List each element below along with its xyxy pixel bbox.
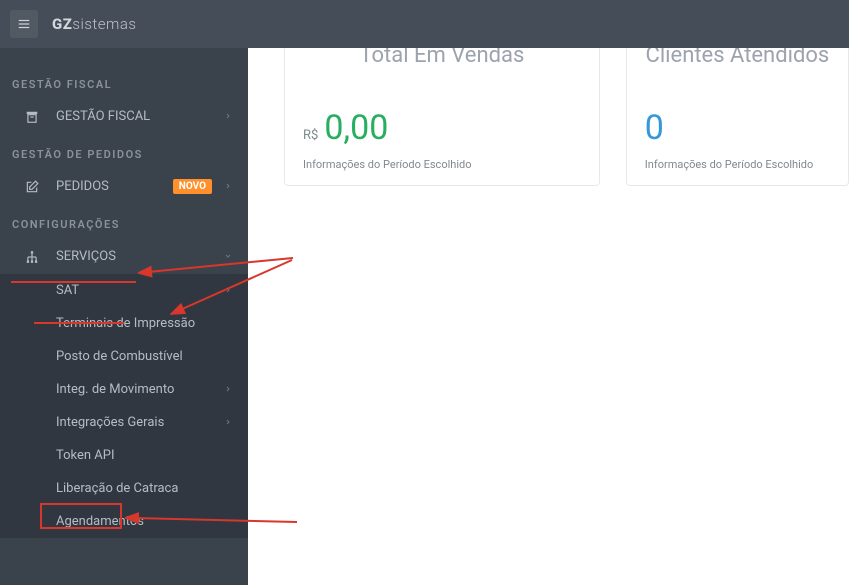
chevron-right-icon: [224, 415, 232, 430]
card-value-row: R$ 0,00: [303, 108, 581, 148]
archive-icon: [24, 110, 40, 124]
submenu-item-label: Token API: [56, 448, 232, 463]
main-content: Total Em Vendas R$ 0,00 Informações do P…: [248, 48, 849, 585]
submenu-item-posto[interactable]: Posto de Combustível: [0, 340, 248, 373]
submenu-item-label: Liberação de Catraca: [56, 481, 232, 496]
topbar: GZsistemas: [0, 0, 849, 48]
card-value: 0: [645, 108, 664, 148]
card-title: Clientes Atendidos: [645, 48, 830, 68]
submenu-item-label: Integrações Gerais: [56, 415, 224, 430]
sidebar-item-gestao-fiscal[interactable]: GESTÃO FISCAL: [0, 99, 248, 134]
chevron-right-icon: [224, 179, 232, 194]
hamburger-icon: [17, 17, 31, 31]
sidebar: GESTÃO FISCAL GESTÃO FISCAL GESTÃO DE PE…: [0, 48, 248, 585]
sidebar-item-label: SERVIÇOS: [56, 249, 224, 264]
card-clientes-atendidos: Clientes Atendidos 0 Informações do Perí…: [626, 48, 849, 186]
chevron-down-icon: [224, 249, 232, 264]
submenu-item-agendamentos[interactable]: Agendamentos: [0, 505, 248, 538]
chevron-right-icon: [224, 109, 232, 124]
annotation-box: [40, 503, 122, 529]
sitemap-icon: [24, 250, 40, 264]
submenu-item-sat[interactable]: SAT: [0, 274, 248, 307]
card-currency: R$: [303, 128, 318, 143]
brand-logo: GZsistemas: [52, 15, 136, 33]
brand-bold: GZ: [52, 15, 72, 33]
card-subtext: Informações do Período Escolhido: [645, 158, 830, 171]
annotation-underline: [34, 322, 124, 324]
submenu-item-liberacao-catraca[interactable]: Liberação de Catraca: [0, 472, 248, 505]
hamburger-menu-button[interactable]: [10, 10, 38, 38]
card-value: 0,00: [324, 108, 388, 148]
annotation-underline: [11, 281, 136, 283]
card-subtext: Informações do Período Escolhido: [303, 158, 581, 171]
submenu-item-integ-gerais[interactable]: Integrações Gerais: [0, 406, 248, 439]
sidebar-item-label: GESTÃO FISCAL: [56, 109, 224, 124]
chevron-right-icon: [224, 283, 232, 298]
card-value-row: 0: [645, 108, 830, 148]
novo-badge: NOVO: [173, 179, 212, 194]
card-title: Total Em Vendas: [303, 48, 581, 68]
submenu-item-label: SAT: [56, 283, 224, 298]
cards-row: Total Em Vendas R$ 0,00 Informações do P…: [272, 48, 849, 186]
edit-icon: [24, 180, 40, 194]
sidebar-item-servicos[interactable]: SERVIÇOS: [0, 239, 248, 274]
section-header-fiscal: GESTÃO FISCAL: [0, 48, 248, 99]
sidebar-item-pedidos[interactable]: PEDIDOS NOVO: [0, 169, 248, 204]
submenu-item-label: Integ. de Movimento: [56, 382, 224, 397]
chevron-right-icon: [224, 382, 232, 397]
sidebar-item-label: PEDIDOS: [56, 179, 173, 194]
submenu-item-token-api[interactable]: Token API: [0, 439, 248, 472]
card-total-vendas: Total Em Vendas R$ 0,00 Informações do P…: [284, 48, 600, 186]
brand-light: sistemas: [72, 15, 136, 33]
submenu-servicos: SAT Terminais de Impressão Posto de Comb…: [0, 274, 248, 538]
submenu-item-label: Posto de Combustível: [56, 349, 232, 364]
section-header-pedidos: GESTÃO DE PEDIDOS: [0, 134, 248, 169]
submenu-item-integ-movimento[interactable]: Integ. de Movimento: [0, 373, 248, 406]
section-header-configuracoes: CONFIGURAÇÕES: [0, 204, 248, 239]
